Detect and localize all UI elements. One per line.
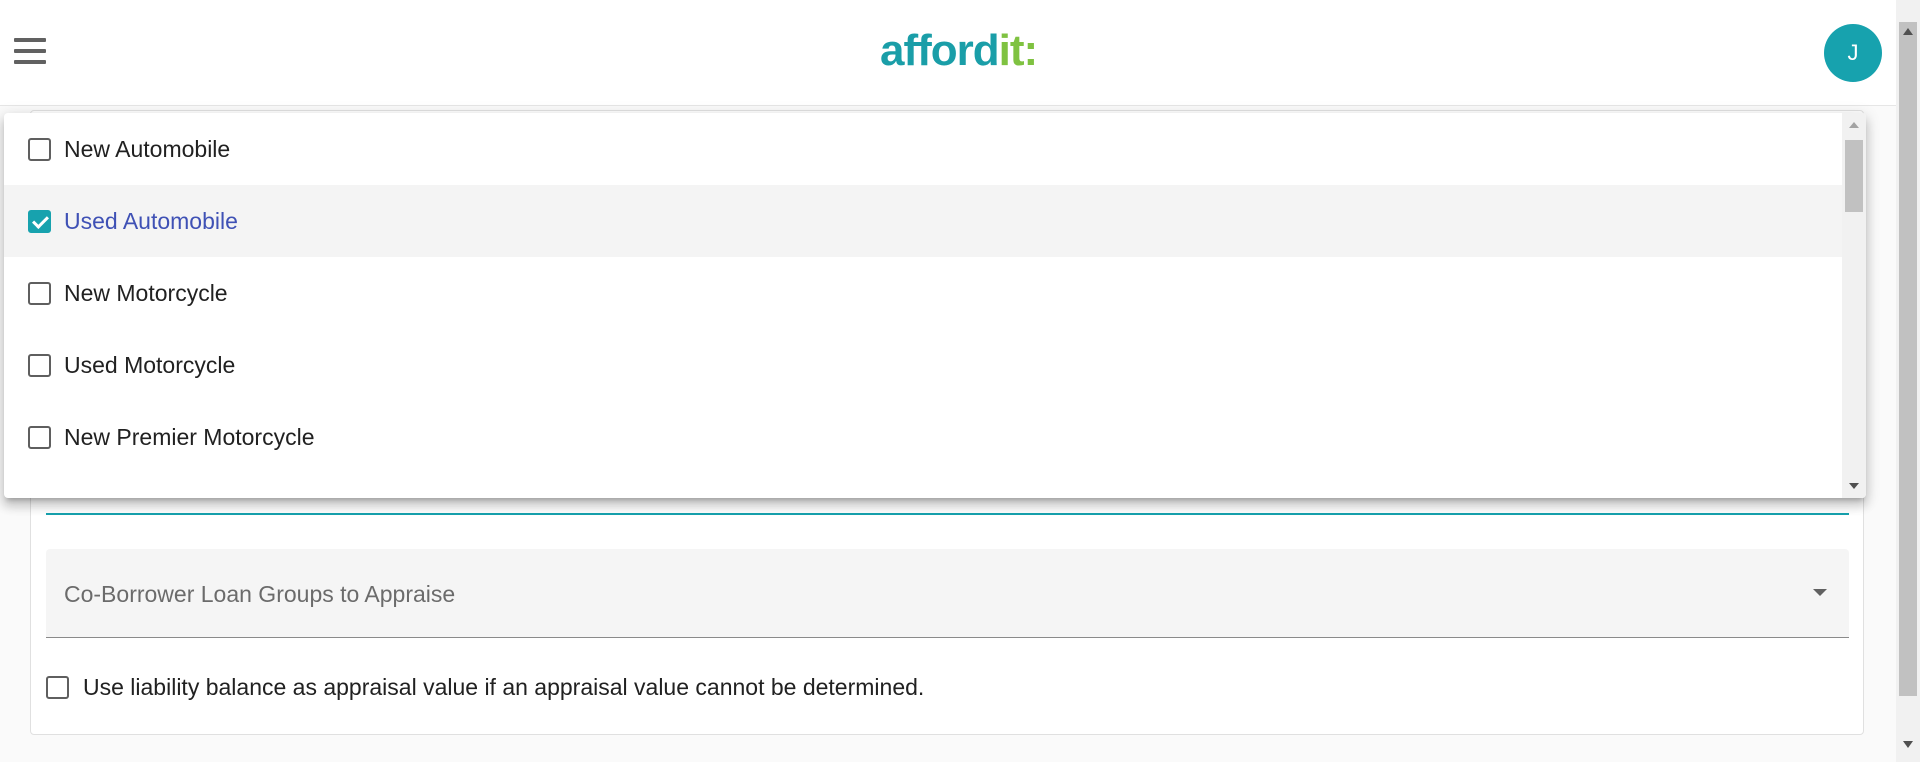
option-checkbox[interactable] — [28, 425, 51, 449]
user-avatar[interactable]: J — [1824, 24, 1882, 82]
page-scrollbar-thumb[interactable] — [1899, 22, 1917, 696]
option-used-motorcycle[interactable]: Used Motorcycle — [4, 329, 1842, 401]
coborrower-loan-groups-select[interactable]: Co-Borrower Loan Groups to Appraise — [46, 549, 1849, 638]
scroll-down-arrow-icon[interactable] — [1903, 741, 1913, 748]
loan-groups-dropdown-panel: New Automobile Used Automobile New Motor… — [4, 113, 1866, 498]
liability-balance-checkbox-row[interactable]: Use liability balance as appraisal value… — [46, 674, 924, 701]
option-label: Used Automobile — [64, 207, 238, 234]
option-label: New Automobile — [64, 135, 231, 162]
option-label: Used Motorcycle — [64, 351, 236, 378]
option-checkbox[interactable] — [28, 137, 51, 161]
liability-balance-label: Use liability balance as appraisal value… — [83, 674, 925, 700]
option-used-automobile[interactable]: Used Automobile — [4, 185, 1842, 257]
scroll-up-arrow-icon[interactable] — [1903, 28, 1913, 35]
option-new-motorcycle[interactable]: New Motorcycle — [4, 257, 1842, 329]
option-checkbox[interactable] — [28, 353, 51, 377]
option-new-automobile[interactable]: New Automobile — [4, 113, 1842, 185]
scroll-down-arrow-icon[interactable] — [1849, 483, 1859, 489]
dropdown-scrollbar-thumb[interactable] — [1845, 140, 1863, 212]
dropdown-scrollbar[interactable] — [1842, 113, 1866, 498]
option-checkbox-checked[interactable] — [28, 209, 51, 233]
liability-balance-checkbox[interactable] — [46, 676, 69, 699]
coborrower-loan-groups-label: Co-Borrower Loan Groups to Appraise — [64, 581, 456, 607]
page-scrollbar[interactable] — [1896, 0, 1920, 762]
option-checkbox[interactable] — [28, 281, 51, 305]
option-label: New Premier Motorcycle — [64, 423, 315, 450]
option-new-premier-motorcycle[interactable]: New Premier Motorcycle — [4, 401, 1842, 473]
app-header: affordit: J — [0, 0, 1896, 106]
chevron-down-icon — [1813, 589, 1827, 596]
affordit-logo: affordit: — [880, 26, 1038, 75]
option-label: New Motorcycle — [64, 279, 228, 306]
loan-groups-field-underline — [46, 513, 1849, 515]
scroll-up-arrow-icon[interactable] — [1849, 122, 1859, 128]
page: affordit: J Co-Borrower Loan Groups to A… — [0, 0, 1920, 762]
hamburger-menu-icon[interactable] — [12, 34, 48, 70]
